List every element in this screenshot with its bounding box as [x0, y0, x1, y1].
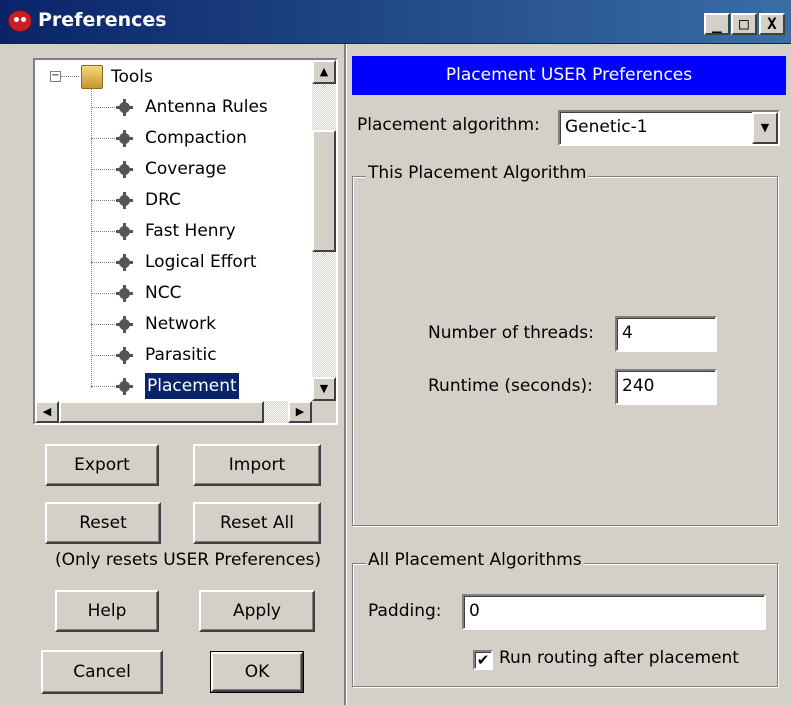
tree-connector [91, 107, 119, 108]
threads-label: Number of threads: [428, 323, 594, 343]
tree-connector [91, 355, 119, 356]
scroll-up-arrow-icon[interactable]: ▲ [312, 60, 336, 84]
tree-connector [91, 386, 119, 387]
split-divider[interactable] [346, 44, 347, 705]
tree-connector [61, 76, 79, 77]
horizontal-scroll-thumb[interactable] [59, 401, 264, 423]
tree-connector [91, 262, 119, 263]
tree-item-label: Network [145, 314, 216, 334]
tree-item-label: Compaction [145, 128, 247, 148]
window-title: Preferences [38, 9, 167, 31]
reset-note: (Only resets USER Preferences) [54, 550, 322, 570]
algorithm-select-value: Genetic-1 [565, 117, 648, 137]
app-icon [8, 10, 32, 32]
apply-button[interactable]: Apply [199, 590, 315, 632]
import-button[interactable]: Import [193, 444, 321, 486]
all-algorithms-group-title: All Placement Algorithms [366, 550, 584, 570]
padding-input[interactable]: 0 [462, 594, 766, 630]
tree-root-tools[interactable]: − Tools [35, 62, 305, 92]
reset-button[interactable]: Reset [45, 502, 161, 544]
tree-connector [91, 293, 119, 294]
export-button[interactable]: Export [45, 444, 159, 486]
tree-view[interactable]: − Tools Antenna Rules Compaction Coverag… [33, 58, 338, 425]
algorithm-select[interactable]: Genetic-1 ▼ [558, 110, 780, 146]
tree-item-label: DRC [145, 190, 181, 210]
title-bar[interactable]: Preferences _ □ X [0, 0, 791, 44]
tree-item-antenna-rules[interactable]: Antenna Rules [35, 92, 305, 122]
gear-icon [116, 347, 133, 364]
tree-root-label: Tools [111, 67, 153, 87]
tree-item-label: Fast Henry [145, 221, 236, 241]
reset-all-button[interactable]: Reset All [193, 502, 321, 544]
scroll-left-arrow-icon[interactable]: ◀ [35, 401, 59, 423]
tree-connector [91, 169, 119, 170]
routing-checkbox-label[interactable]: Run routing after placement [499, 648, 739, 668]
vertical-scroll-thumb[interactable] [312, 130, 336, 252]
gear-icon [116, 161, 133, 178]
tree-item-label: Parasitic [145, 345, 217, 365]
runtime-input[interactable]: 240 [615, 369, 717, 405]
this-algorithm-group-title: This Placement Algorithm [366, 163, 589, 183]
tree-item-drc[interactable]: DRC [35, 185, 305, 215]
scroll-down-arrow-icon[interactable]: ▼ [312, 377, 336, 401]
tree-connector [91, 200, 119, 201]
gear-icon [116, 316, 133, 333]
gear-icon [116, 99, 133, 116]
tree-item-logical-effort[interactable]: Logical Effort [35, 247, 305, 277]
tree-item-label: Logical Effort [145, 252, 257, 272]
gear-icon [116, 254, 133, 271]
chevron-down-icon[interactable]: ▼ [752, 112, 778, 144]
threads-input[interactable]: 4 [615, 316, 717, 352]
gear-icon [116, 378, 133, 395]
gear-icon [116, 285, 133, 302]
tree-item-fast-henry[interactable]: Fast Henry [35, 216, 305, 246]
tree-item-placement[interactable]: Placement [35, 371, 305, 401]
tree-item-compaction[interactable]: Compaction [35, 123, 305, 153]
routing-checkbox[interactable]: ✔ [473, 650, 493, 670]
tree-content: − Tools Antenna Rules Compaction Coverag… [35, 60, 312, 401]
tree-vertical-scrollbar[interactable]: ▲ ▼ [312, 60, 336, 401]
cancel-button[interactable]: Cancel [41, 650, 163, 694]
algorithm-label: Placement algorithm: [357, 115, 540, 135]
tree-horizontal-scrollbar[interactable]: ◀ ▶ [35, 401, 312, 423]
tree-item-label: Coverage [145, 159, 227, 179]
tree-connector [91, 138, 119, 139]
help-button[interactable]: Help [55, 590, 159, 632]
minimize-button[interactable]: _ [704, 13, 730, 35]
close-button[interactable]: X [759, 13, 785, 35]
scrollbar-corner [312, 401, 336, 423]
panel-header: Placement USER Preferences [352, 56, 786, 95]
tree-connector [91, 324, 119, 325]
scroll-right-arrow-icon[interactable]: ▶ [288, 401, 312, 423]
tree-item-network[interactable]: Network [35, 309, 305, 339]
ok-button[interactable]: OK [210, 651, 304, 693]
tree-item-label-selected: Placement [145, 373, 239, 399]
collapse-toggle-icon[interactable]: − [50, 71, 61, 82]
tree-item-label: NCC [145, 283, 182, 303]
gear-icon [116, 192, 133, 209]
gear-icon [116, 223, 133, 240]
tree-connector [91, 231, 119, 232]
folder-icon [81, 65, 103, 89]
tree-item-parasitic[interactable]: Parasitic [35, 340, 305, 370]
runtime-label: Runtime (seconds): [428, 376, 593, 396]
gear-icon [116, 130, 133, 147]
padding-label: Padding: [368, 601, 442, 621]
maximize-button[interactable]: □ [731, 13, 757, 35]
tree-item-coverage[interactable]: Coverage [35, 154, 305, 184]
tree-item-ncc[interactable]: NCC [35, 278, 305, 308]
tree-item-label: Antenna Rules [145, 97, 268, 117]
